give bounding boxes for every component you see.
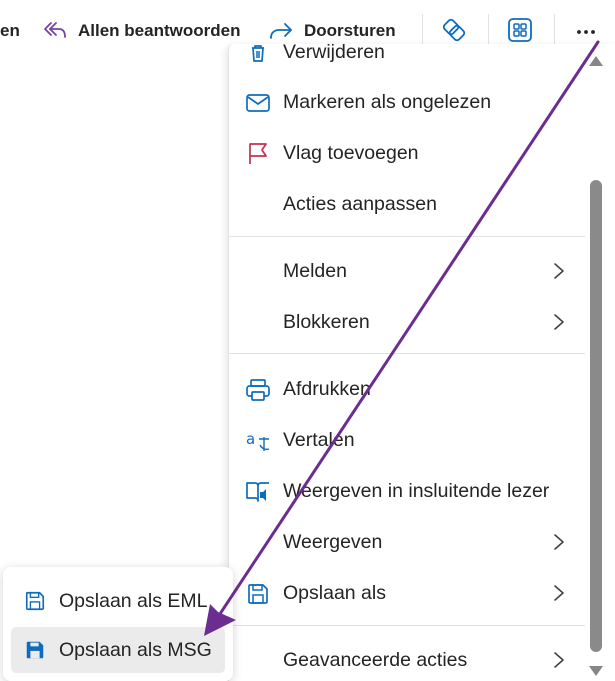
submenu-item-label: Opslaan als MSG [59,638,212,661]
submenu-item-save-eml[interactable]: Opslaan als EML [11,578,225,624]
trash-icon [245,44,271,66]
menu-divider [229,353,585,354]
menu-item-label: Geavanceerde acties [283,648,468,671]
forward-button[interactable]: Doorsturen [268,14,396,48]
menu-item-label: Weergeven in insluitende lezer [283,479,550,502]
menu-item-label: Acties aanpassen [283,192,437,215]
chevron-right-icon [549,650,569,670]
menu-item-label: Blokkeren [283,310,370,333]
scroll-up-arrow-icon[interactable] [589,56,603,66]
menu-divider [229,236,585,237]
flag-icon [245,141,271,167]
printer-icon [245,377,271,403]
menu-item-advanced-actions[interactable]: Geavanceerde acties [229,635,584,681]
chevron-right-icon [549,312,569,332]
menu-item-label: Vertalen [283,428,355,451]
menu-item-label: Weergeven [283,530,383,553]
menu-item-label: Verwijderen [283,44,385,63]
submenu-item-label: Opslaan als EML [59,589,208,612]
menu-item-translate[interactable]: a Vertalen [229,415,584,465]
reply-all-label: Allen beantwoorden [78,21,241,40]
save-as-submenu: Opslaan als EML Opslaan als MSG [3,567,233,681]
menu-item-customize-actions[interactable]: Acties aanpassen [229,179,584,229]
save-filled-icon [23,638,47,662]
menu-divider [229,625,585,626]
menu-item-mark-unread[interactable]: Markeren als ongelezen [229,77,584,127]
menu-item-report[interactable]: Melden [229,246,584,296]
more-horizontal-icon [577,30,595,34]
menu-item-delete[interactable]: Verwijderen [229,44,584,77]
toolbar-divider [554,14,555,44]
forward-label: Doorsturen [304,21,396,40]
chevron-right-icon [549,261,569,281]
translate-icon: a [245,428,271,454]
menu-item-save-as[interactable]: Opslaan als [229,568,584,618]
reply-button[interactable]: en [0,14,20,48]
copilot-icon [442,18,466,42]
svg-text:a: a [246,430,255,448]
menu-item-label: Opslaan als [283,581,386,604]
apps-button[interactable] [503,13,537,47]
menu-item-label: Markeren als ongelezen [283,90,492,113]
menu-item-block[interactable]: Blokkeren [229,297,584,347]
menu-item-label: Vlag toevoegen [283,141,419,164]
immersive-reader-icon [245,479,271,505]
toolbar-divider [422,14,423,44]
chevron-right-icon [549,583,569,603]
chevron-right-icon [549,532,569,552]
menu-item-view[interactable]: Weergeven [229,517,584,567]
save-icon [245,581,271,607]
submenu-item-save-msg[interactable]: Opslaan als MSG [11,627,225,673]
reply-all-button[interactable]: Allen beantwoorden [42,14,240,48]
menu-item-label: Afdrukken [283,377,371,400]
more-actions-button[interactable] [569,13,603,47]
more-actions-menu: Verwijderen Markeren als ongelezen Vlag … [228,44,615,681]
reply-all-icon [44,22,66,38]
menu-item-label: Melden [283,259,347,282]
apps-grid-icon [508,18,532,42]
forward-icon [270,23,292,39]
mail-icon [245,90,271,116]
save-outline-icon [23,589,47,613]
copilot-button[interactable] [437,13,471,47]
scrollbar-thumb[interactable] [590,180,602,652]
menu-item-print[interactable]: Afdrukken [229,364,584,414]
toolbar-divider [488,14,489,44]
reply-label: en [0,21,20,40]
scroll-down-arrow-icon[interactable] [589,666,603,676]
menu-item-immersive-reader[interactable]: Weergeven in insluitende lezer [229,466,584,516]
menu-item-flag[interactable]: Vlag toevoegen [229,128,584,178]
